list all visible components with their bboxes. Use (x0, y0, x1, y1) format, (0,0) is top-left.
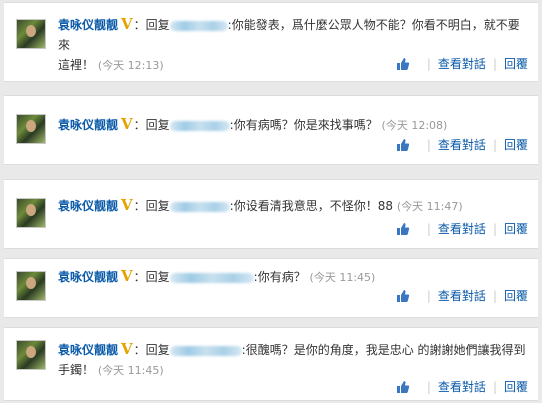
author-link[interactable]: 袁咏仪靓靓 (58, 18, 118, 32)
author-link[interactable]: 袁咏仪靓靓 (58, 118, 118, 132)
comment-card: 袁咏仪靓靓 V：回复 :很醜嗎？是你的角度，我是忠心 的謝謝她們讓我得到 手鐲！ (… (4, 327, 538, 401)
reply-link[interactable]: 回覆 (504, 287, 528, 304)
separator: | (492, 137, 497, 152)
comment-actions: | 查看對話 | 回覆 (396, 55, 528, 72)
separator: | (492, 221, 497, 236)
comment-actions: | 查看對話 | 回覆 (396, 136, 528, 153)
comment-message: :你有病嗎？你是來找事嗎？ (229, 118, 378, 132)
redacted-username (169, 20, 228, 31)
reply-link[interactable]: 回覆 (504, 55, 528, 72)
reply-link[interactable]: 回覆 (504, 220, 528, 237)
comment-message-cont: 這裡！ (58, 58, 95, 72)
comment-actions: | 查看對話 | 回覆 (396, 287, 528, 304)
separator: | (426, 288, 431, 303)
view-conversation-link[interactable]: 查看對話 (438, 55, 486, 72)
separator: | (492, 379, 497, 394)
comment-text: 袁咏仪靓靓 V：回复 :很醜嗎？是你的角度，我是忠心 的謝謝她們讓我得到 手鐲！ (… (58, 340, 528, 381)
timestamp: (今天 11:45) (97, 364, 164, 377)
comment-message: :很醜嗎？是你的角度，我是忠心 的謝謝她們讓我得到 (241, 343, 526, 357)
timestamp: (今天 12:08) (381, 119, 448, 132)
reply-link[interactable]: 回覆 (504, 378, 528, 395)
author-link[interactable]: 袁咏仪靓靓 (58, 343, 118, 357)
reply-prefix: ：回复 (133, 18, 170, 32)
thumbs-up-icon[interactable] (396, 289, 410, 303)
thumbs-up-icon[interactable] (396, 138, 410, 152)
reply-prefix: ：回复 (133, 199, 170, 213)
separator: | (426, 379, 431, 394)
thumbs-up-icon[interactable] (396, 380, 410, 394)
view-conversation-link[interactable]: 查看對話 (438, 220, 486, 237)
thumbs-up-icon[interactable] (396, 57, 410, 71)
redacted-username (169, 345, 242, 356)
reply-prefix: ：回复 (133, 118, 170, 132)
view-conversation-link[interactable]: 查看對話 (438, 287, 486, 304)
timestamp: (今天 11:45) (309, 271, 376, 284)
verified-v-icon: V (121, 196, 133, 214)
avatar[interactable] (16, 19, 46, 49)
separator: | (426, 221, 431, 236)
comment-actions: | 查看對話 | 回覆 (396, 378, 528, 395)
author-link[interactable]: 袁咏仪靓靓 (58, 270, 118, 284)
redacted-username (169, 120, 230, 131)
avatar[interactable] (16, 340, 46, 370)
verified-v-icon: V (121, 115, 133, 133)
separator: | (426, 137, 431, 152)
verified-v-icon: V (121, 15, 133, 33)
reply-prefix: ：回复 (133, 343, 170, 357)
author-link[interactable]: 袁咏仪靓靓 (58, 199, 118, 213)
comment-text: 袁咏仪靓靓 V：回复 :你设看清我意思，不怪你！88 (今天 11:47) (58, 196, 528, 217)
reply-link[interactable]: 回覆 (504, 136, 528, 153)
separator: | (426, 56, 431, 71)
comment-card: 袁咏仪靓靓 V：回复 :你有病嗎？你是來找事嗎？ (今天 12:08) | 查看對話… (4, 95, 538, 165)
avatar[interactable] (16, 198, 46, 228)
comment-actions: | 查看對話 | 回覆 (396, 220, 528, 237)
separator: | (492, 288, 497, 303)
avatar[interactable] (16, 114, 46, 144)
verified-v-icon: V (121, 267, 133, 285)
avatar[interactable] (16, 271, 46, 301)
timestamp: (今天 12:13) (97, 59, 164, 72)
view-conversation-link[interactable]: 查看對話 (438, 136, 486, 153)
redacted-username (169, 272, 254, 283)
view-conversation-link[interactable]: 查看對話 (438, 378, 486, 395)
redacted-username (169, 201, 230, 212)
thumbs-up-icon[interactable] (396, 222, 410, 236)
comment-card: 袁咏仪靓靓 V：回复 :你有病？ (今天 11:45) | 查看對話 | 回覆 (4, 258, 538, 318)
comment-card: 袁咏仪靓靓 V：回复:你能發表，爲什麼公眾人物不能？你看不明白，就不要來 這裡！ … (4, 2, 538, 82)
timestamp: (今天 11:47) (396, 200, 463, 213)
comment-card: 袁咏仪靓靓 V：回复 :你设看清我意思，不怪你！88 (今天 11:47) | 查看… (4, 179, 538, 249)
comment-text: 袁咏仪靓靓 V：回复 :你有病？ (今天 11:45) (58, 267, 528, 288)
reply-prefix: ：回复 (133, 270, 170, 284)
comment-message-cont: 手鐲！ (58, 363, 95, 377)
comment-text: 袁咏仪靓靓 V：回复 :你有病嗎？你是來找事嗎？ (今天 12:08) (58, 115, 528, 136)
comment-message: :你设看清我意思，不怪你！88 (229, 199, 393, 213)
comment-message: :你有病？ (253, 270, 306, 284)
verified-v-icon: V (121, 340, 133, 358)
separator: | (492, 56, 497, 71)
